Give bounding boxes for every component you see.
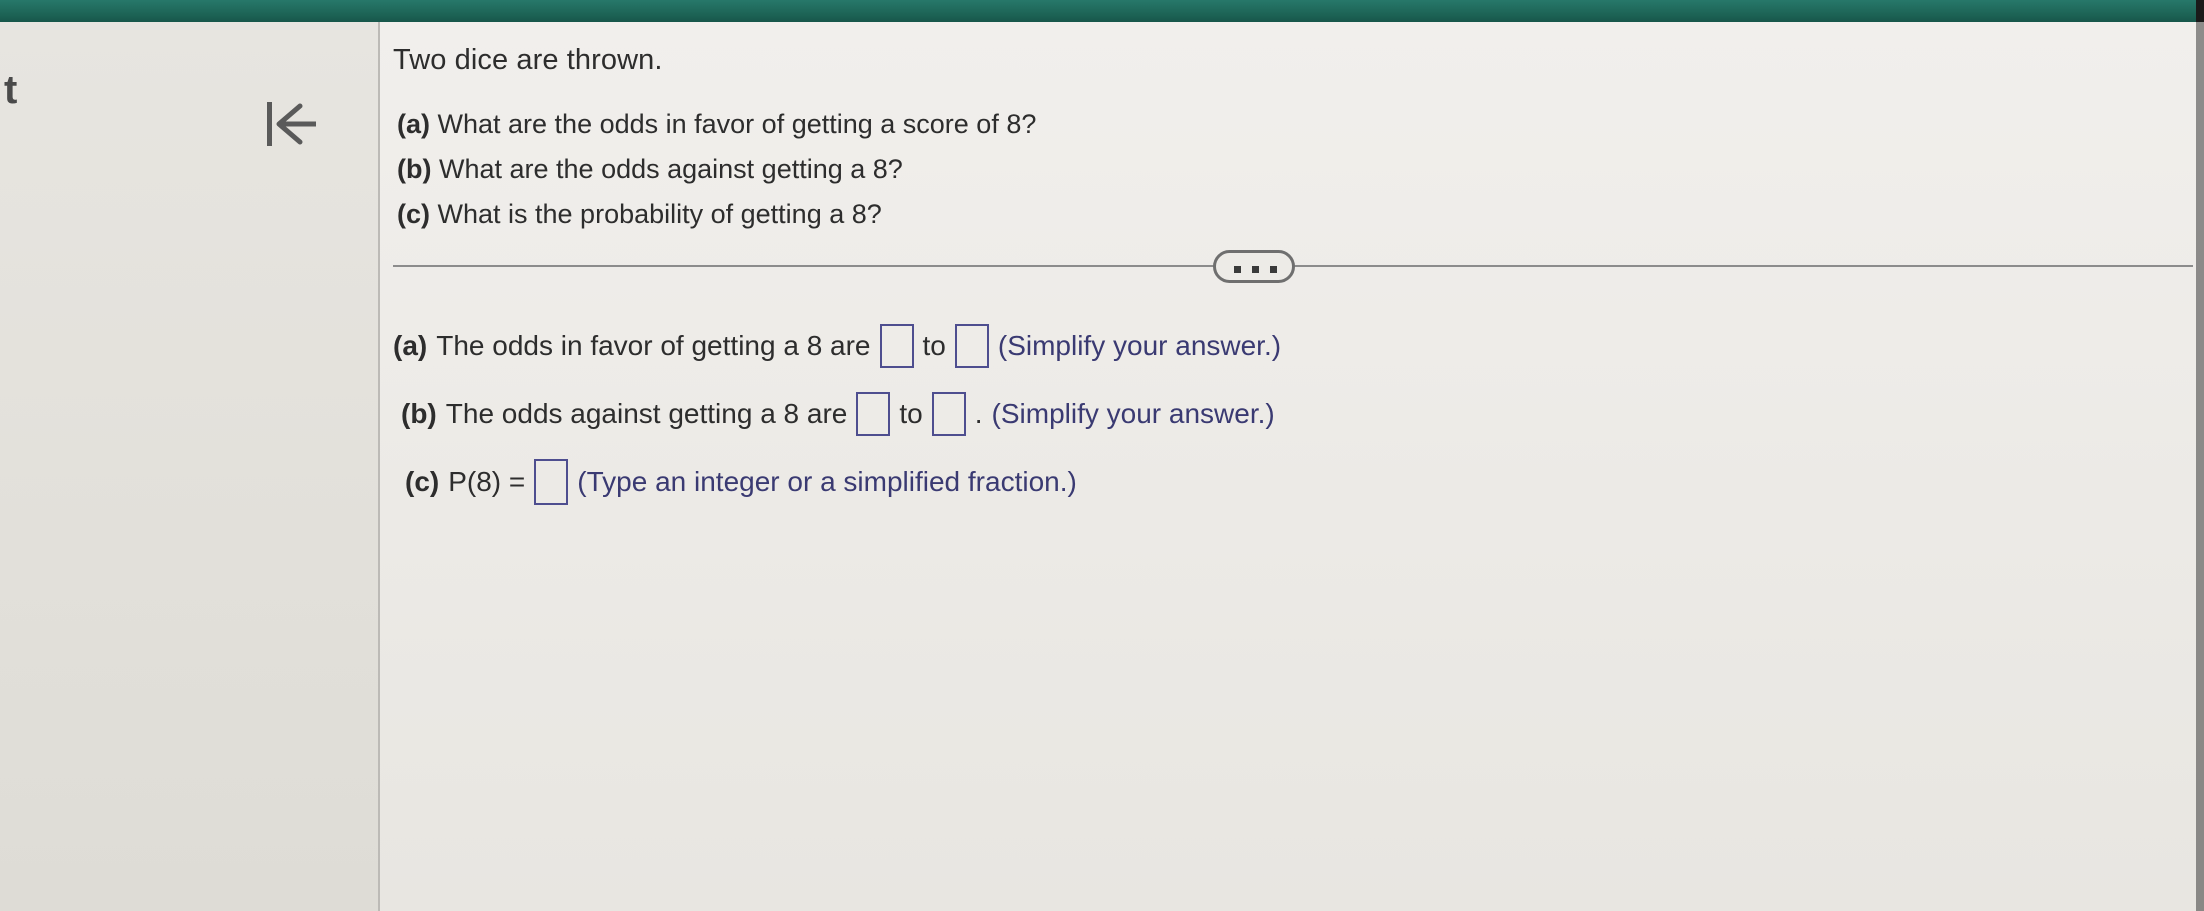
question-part-c: (c) What is the probability of getting a… — [397, 192, 1036, 237]
answer-b-input-2[interactable] — [931, 392, 966, 436]
app-root: t Two dice are thrown. (a) What are the … — [0, 0, 2204, 911]
question-parts-list: (a) What are the odds in favor of gettin… — [397, 102, 1036, 237]
answer-c-lead: P(8) = — [448, 466, 526, 497]
question-part-a-text: What are the odds in favor of getting a … — [430, 109, 1037, 139]
answers-section: (a) The odds in favor of getting a 8 are… — [393, 312, 2183, 516]
answer-row-a: (a) The odds in favor of getting a 8 are… — [393, 312, 2183, 380]
ellipsis-dot-icon — [1252, 266, 1259, 273]
question-part-b-label: (b) — [397, 154, 432, 184]
answer-a-hint: (Simplify your answer.) — [997, 330, 1282, 361]
answer-a-joiner: to — [922, 330, 946, 361]
answer-b-hint: (Simplify your answer.) — [991, 398, 1275, 429]
answer-c-input-1[interactable] — [534, 459, 569, 505]
answer-a-lead: The odds in favor of getting a 8 are — [436, 330, 871, 361]
answer-b-joiner: to — [899, 398, 923, 429]
question-stem: Two dice are thrown. — [393, 44, 663, 76]
top-bar-gradient — [0, 0, 2204, 22]
answer-row-b: (b) The odds against getting a 8 are to … — [401, 380, 2183, 448]
ellipsis-dot-icon — [1234, 266, 1241, 273]
more-options-button[interactable] — [1213, 250, 1295, 283]
question-part-c-label: (c) — [397, 199, 430, 229]
answer-b-input-1[interactable] — [856, 392, 891, 436]
question-pane: Two dice are thrown. (a) What are the od… — [380, 22, 2204, 911]
answer-row-c: (c) P(8) = (Type an integer or a simplif… — [405, 448, 2183, 516]
answer-b-label: (b) — [401, 398, 437, 429]
left-rail: t — [0, 22, 378, 911]
question-part-b-text: What are the odds against getting a 8? — [431, 154, 903, 184]
answer-a-label: (a) — [393, 330, 428, 361]
question-part-a-label: (a) — [397, 109, 430, 139]
right-edge-top-strip — [2196, 0, 2204, 22]
answer-b-lead: The odds against getting a 8 are — [445, 398, 848, 429]
answer-c-label: (c) — [405, 466, 440, 497]
answer-b-trailing-punctuation: . — [974, 398, 983, 429]
answer-a-input-2[interactable] — [954, 324, 989, 368]
right-edge-strip — [2196, 0, 2204, 911]
top-bar — [0, 0, 2204, 22]
section-divider — [393, 247, 2193, 283]
left-rail-clipped-text: t — [4, 68, 18, 112]
question-part-a: (a) What are the odds in favor of gettin… — [397, 102, 1036, 147]
answer-c-hint: (Type an integer or a simplified fractio… — [577, 466, 1077, 497]
answer-a-input-1[interactable] — [879, 324, 914, 368]
question-part-b: (b) What are the odds against getting a … — [397, 147, 1036, 192]
ellipsis-dot-icon — [1270, 266, 1277, 273]
question-part-c-text: What is the probability of getting a 8? — [430, 199, 882, 229]
skip-to-start-icon[interactable] — [258, 94, 328, 154]
